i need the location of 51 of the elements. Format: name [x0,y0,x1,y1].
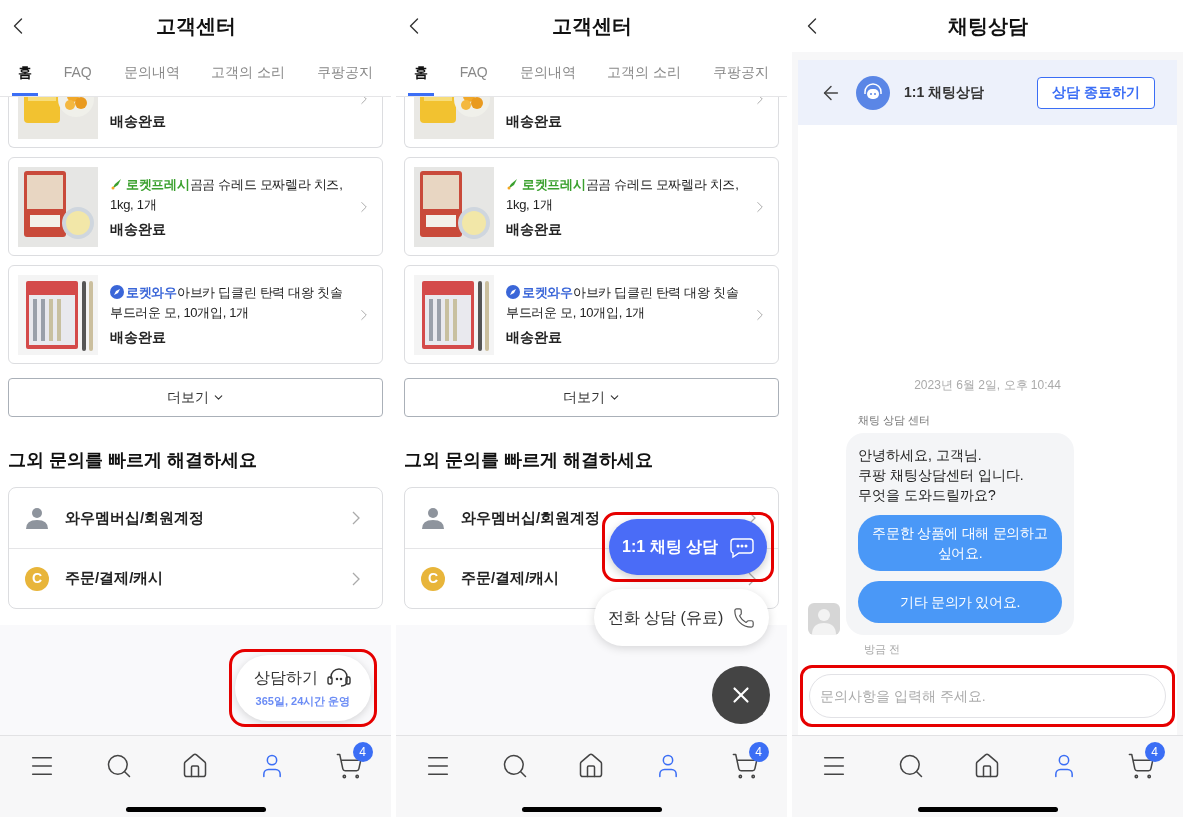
tab[interactable]: 고객의 소리 [601,52,688,96]
product-name: 로켓와우아브카 딥클린 탄력 대왕 칫솔 부드러운 모, 10개입, 1개 [110,283,343,322]
cart-count-badge: 4 [1144,742,1165,762]
more-button[interactable]: 더보기 [8,378,383,417]
product-name: 로켓와우아브카 딥클린 탄력 대왕 칫솔 부드러운 모, 10개입, 1개 [506,283,739,322]
order-card[interactable]: 배송완료 [8,97,383,148]
delivery-status: 배송완료 [506,111,563,131]
more-button[interactable]: 더보기 [404,378,779,417]
product-name: 로켓프레시곰곰 슈레드 모짜렐라 치즈, 1kg, 1개 [110,175,343,214]
section-title: 그외 문의를 빠르게 해결하세요 [8,449,258,472]
message-time: 방금 전 [864,641,902,657]
page-title: 고객센터 [551,14,632,39]
tab[interactable]: 쿠팡공지 [707,52,776,96]
page-title: 고객센터 [155,14,236,39]
delivery-status: 배송완료 [110,219,167,239]
chat-option-menu[interactable]: 1:1 채팅 상담 [609,519,767,575]
section-title: 그외 문의를 빠르게 해결하세요 [404,449,654,472]
order-card[interactable]: 배송완료 [404,97,779,148]
chat-title: 1:1 채팅상담 [904,83,986,102]
order-card[interactable]: 로켓와우아브카 딥클린 탄력 대왕 칫솔 부드러운 모, 10개입, 1개 배송완료 [8,265,383,364]
order-card[interactable]: 로켓와우아브카 딥클린 탄력 대왕 칫솔 부드러운 모, 10개입, 1개 배송완료 [404,265,779,364]
chat-date: 2023년 6월 2일, 오후 10:44 [914,377,1061,394]
tab[interactable]: 문의내역 [117,52,186,96]
quick-link[interactable]: C 주문/결제/캐시 [9,548,382,608]
product-name: 로켓프레시곰곰 슈레드 모짜렐라 치즈, 1kg, 1개 [506,175,739,214]
phone-option-menu[interactable]: 전화 상담 (유료) [594,589,769,646]
tab[interactable]: FAQ [453,52,494,96]
coin-icon: C [25,566,49,591]
delivery-status: 배송완료 [506,327,563,347]
cart-count-badge: 4 [352,742,373,762]
tab[interactable]: 고객의 소리 [205,52,292,96]
quick-link[interactable]: 와우멤버십/회원계정 [9,488,382,548]
message-text: 안녕하세요, 고객님. 쿠팡 채팅상담센터 입니다. 무엇을 도와드릴까요? [858,445,1025,505]
cart-tab[interactable]: 4 [720,742,769,784]
tab[interactable]: 문의내역 [513,52,582,96]
delivery-status: 배송완료 [110,111,167,131]
order-card[interactable]: 로켓프레시곰곰 슈레드 모짜렐라 치즈, 1kg, 1개 배송완료 [404,157,779,256]
tab[interactable]: 쿠팡공지 [311,52,380,96]
cart-tab[interactable]: 4 [1116,742,1165,784]
delivery-status: 배송완료 [506,219,563,239]
cart-tab[interactable]: 4 [324,742,373,784]
order-card[interactable]: 로켓프레시곰곰 슈레드 모짜렐라 치즈, 1kg, 1개 배송완료 [8,157,383,256]
sender-name: 채팅 상담 센터 [858,413,932,428]
cart-count-badge: 4 [748,742,769,762]
message-input[interactable]: 문의사항을 입력해 주세요. [809,674,1166,718]
consult-button[interactable]: 상담하기 365일, 24시간 운영 [235,655,371,721]
end-chat-button[interactable]: 상담 종료하기 [1037,76,1155,109]
page-title: 채팅상담 [947,14,1028,39]
tab[interactable]: FAQ [57,52,98,96]
delivery-status: 배송완료 [110,327,167,347]
coin-icon: C [421,566,445,591]
